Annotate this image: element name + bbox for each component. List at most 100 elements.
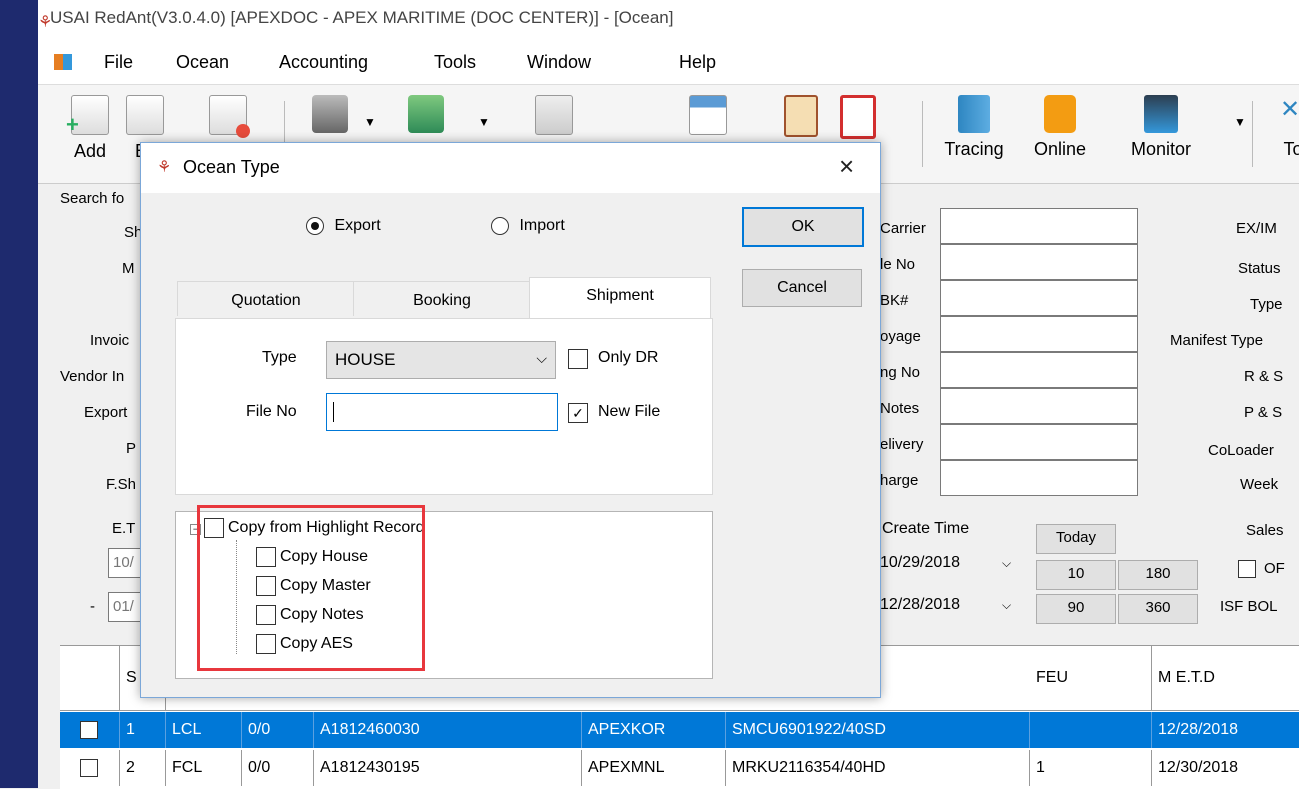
row-container: MRKU2116354/40HD — [726, 750, 1030, 786]
clipboard-button[interactable] — [784, 95, 818, 143]
menu-ocean[interactable]: Ocean — [176, 52, 229, 73]
menu-tools[interactable]: Tools — [434, 52, 476, 73]
dialog-titlebar: ⚘ Ocean Type × — [141, 143, 880, 193]
file-no-input[interactable] — [940, 244, 1138, 280]
menu-help[interactable]: Help — [679, 52, 716, 73]
tools-label: To — [1283, 139, 1299, 159]
create-from-dropdown-icon[interactable]: ⌵ — [1002, 556, 1011, 571]
carrier-input[interactable] — [940, 208, 1138, 244]
delete-button[interactable] — [198, 95, 258, 141]
status-label: Status — [1238, 260, 1281, 277]
type-label: Type — [1250, 296, 1283, 313]
file-no-label: le No — [880, 256, 916, 273]
highlight-annotation-box — [197, 505, 425, 671]
monitor-dropdown-icon[interactable]: ▼ — [1234, 115, 1246, 129]
monitor-icon — [1144, 95, 1178, 133]
monitor-button[interactable]: Monitor — [1116, 95, 1206, 160]
create-from-date[interactable]: 10/29/2018 — [880, 554, 960, 572]
days-90-button[interactable]: 90 — [1036, 594, 1116, 624]
tracing-button[interactable]: Tracing — [934, 95, 1014, 160]
chevron-down-icon: ⌵ — [536, 350, 547, 366]
tab-booking[interactable]: Booking — [353, 281, 531, 316]
today-button[interactable]: Today — [1036, 524, 1116, 554]
table-row[interactable]: 2 FCL 0/0 A1812430195 APEXMNL MRKU211635… — [60, 750, 1299, 786]
header-m-etd[interactable]: M E.T.D — [1152, 646, 1299, 710]
ok-button[interactable]: OK — [742, 207, 864, 247]
of-checkbox[interactable] — [1238, 560, 1256, 578]
search-label: M — [122, 260, 135, 277]
menu-accounting[interactable]: Accounting — [279, 52, 368, 73]
tools-button[interactable]: ✕ To — [1264, 95, 1299, 160]
tracing-label: Tracing — [944, 139, 1004, 159]
row-count: 0/0 — [242, 750, 314, 786]
charge-input[interactable] — [940, 460, 1138, 496]
voyage-input[interactable] — [940, 316, 1138, 352]
row-select-cell[interactable] — [60, 750, 120, 786]
print-button[interactable] — [300, 95, 360, 139]
days-360-button[interactable]: 360 — [1118, 594, 1198, 624]
type-select[interactable]: HOUSE ⌵ — [326, 341, 556, 379]
only-dr-checkbox[interactable] — [568, 349, 588, 369]
download-button[interactable] — [396, 95, 456, 139]
calendar-button[interactable] — [678, 95, 738, 141]
row-checkbox[interactable] — [80, 720, 98, 739]
sales-label: Sales — [1246, 522, 1284, 539]
booking-no-input[interactable] — [940, 352, 1138, 388]
row-checkbox[interactable] — [80, 758, 98, 777]
import-radio-indicator[interactable] — [491, 217, 509, 235]
menu-window[interactable]: Window — [527, 52, 591, 73]
tools-icon: ✕ — [1280, 96, 1299, 123]
export-radio-indicator[interactable] — [306, 217, 324, 235]
date-range-dash: - — [90, 598, 95, 615]
row-load-type: LCL — [166, 712, 242, 748]
days-180-button[interactable]: 180 — [1118, 560, 1198, 590]
row-container: SMCU6901922/40SD — [726, 712, 1030, 748]
search-label: F.Sh — [106, 476, 137, 493]
create-to-dropdown-icon[interactable]: ⌵ — [1002, 598, 1011, 613]
toolbar-separator — [922, 101, 923, 167]
window-title: USAI RedAnt(V3.0.4.0) [APEXDOC - APEX MA… — [50, 8, 674, 27]
file-no-input[interactable] — [326, 393, 558, 431]
row-seq: 1 — [120, 712, 166, 748]
row-feu — [1030, 712, 1152, 748]
text-cursor — [333, 402, 334, 422]
header-feu[interactable]: FEU — [1030, 646, 1152, 710]
row-select-cell[interactable] — [60, 712, 120, 748]
tab-quotation[interactable]: Quotation — [177, 281, 355, 316]
download-dropdown-icon[interactable]: ▼ — [478, 115, 490, 129]
isf-bol-label: ISF BOL — [1220, 598, 1278, 615]
close-icon[interactable]: × — [839, 151, 854, 182]
type-select-value: HOUSE — [335, 350, 396, 369]
menu-file[interactable]: File — [104, 52, 133, 73]
tab-shipment[interactable]: Shipment — [529, 277, 711, 320]
carrier-label: Carrier — [880, 220, 926, 237]
new-file-label: New File — [598, 403, 661, 420]
search-label: Vendor In — [60, 368, 125, 385]
create-to-date[interactable]: 12/28/2018 — [880, 596, 960, 614]
row-load-type: FCL — [166, 750, 242, 786]
import-radio[interactable]: Import — [491, 217, 565, 235]
header-checkbox-col — [60, 646, 120, 710]
p-s-label: P & S — [1244, 404, 1283, 421]
row-count: 0/0 — [242, 712, 314, 748]
app-menu-icon[interactable] — [54, 54, 72, 70]
online-button[interactable]: Online — [1020, 95, 1100, 160]
bk-input[interactable] — [940, 280, 1138, 316]
rss-icon — [1044, 95, 1076, 133]
days-10-button[interactable]: 10 — [1036, 560, 1116, 590]
export-radio[interactable]: Export — [306, 217, 381, 235]
notes-input[interactable] — [940, 388, 1138, 424]
notes-label: Notes — [880, 400, 920, 417]
create-time-label: Create Time — [882, 520, 970, 537]
search-label: E.T — [112, 520, 136, 537]
add-button[interactable]: + Add — [60, 95, 120, 162]
table-row[interactable]: 1 LCL 0/0 A1812460030 APEXKOR SMCU690192… — [60, 712, 1299, 748]
export-button[interactable] — [524, 95, 584, 141]
delivery-input[interactable] — [940, 424, 1138, 460]
desktop-edge — [0, 0, 38, 788]
cancel-button[interactable]: Cancel — [742, 269, 862, 307]
print-dropdown-icon[interactable]: ▼ — [364, 115, 376, 129]
charge-label: harge — [880, 472, 919, 489]
new-file-checkbox[interactable]: ✓ — [568, 403, 588, 423]
delivery-label: elivery — [880, 436, 924, 453]
